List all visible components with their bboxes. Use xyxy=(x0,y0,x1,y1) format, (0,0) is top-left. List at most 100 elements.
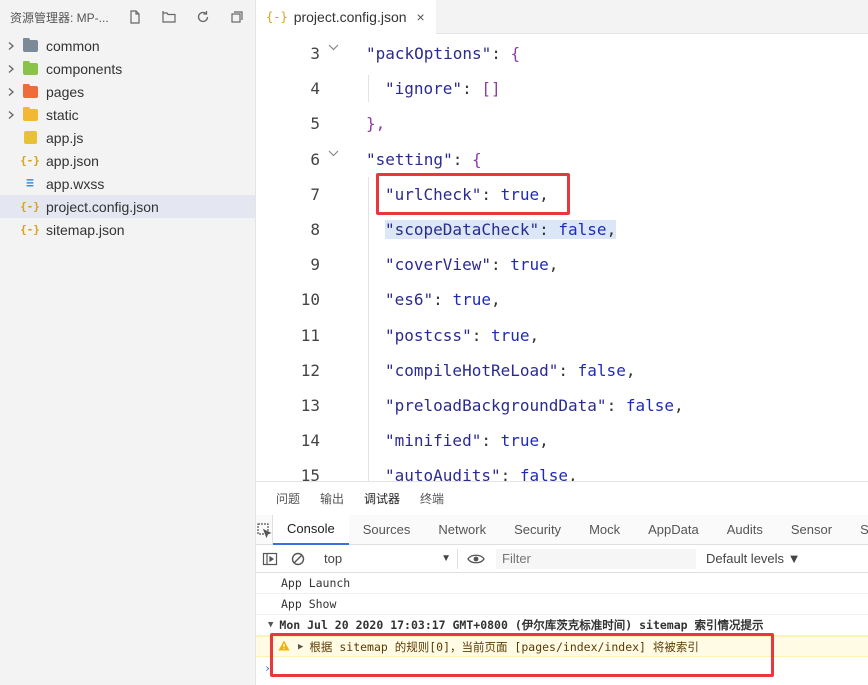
json-key: "preloadBackgroundData" xyxy=(385,396,607,415)
code-text: "minified": true, xyxy=(385,431,549,450)
sidebar-toggle-icon[interactable] xyxy=(256,552,284,566)
json-colon: : xyxy=(491,44,511,63)
json-colon: : xyxy=(490,255,511,275)
json-value: true xyxy=(500,431,540,451)
json-bracket: [] xyxy=(481,79,501,99)
devtools-tabs: Console Sources Network Security Mock AppData… xyxy=(256,514,868,545)
devtools-tab[interactable]: Audits xyxy=(713,515,777,545)
json-key: "packOptions" xyxy=(366,44,492,63)
json-key: "es6" xyxy=(385,290,434,310)
line-number: 11 xyxy=(300,325,320,345)
close-icon[interactable]: × xyxy=(417,9,425,25)
collapse-all-icon[interactable] xyxy=(220,0,254,34)
devtools-tab[interactable]: Sources xyxy=(349,515,425,545)
inspect-element-icon[interactable] xyxy=(256,514,273,545)
json-comma: , xyxy=(548,255,559,275)
tree-item-label: components xyxy=(46,60,123,77)
json-key: "autoAudits" xyxy=(385,466,501,481)
devtools-tab[interactable]: Storage xyxy=(846,515,868,545)
chevron-right-icon xyxy=(0,64,22,74)
code-tokens: "minified": true, xyxy=(385,431,549,450)
js-file-icon xyxy=(22,131,38,145)
json-key: "coverView" xyxy=(385,255,491,275)
editor-tabbar: {-} project.config.json × xyxy=(256,0,868,34)
refresh-icon[interactable] xyxy=(186,0,220,34)
panel-tab[interactable]: 终端 xyxy=(420,482,444,515)
css-file-icon: ≡ xyxy=(26,176,34,191)
code-text: "postcss": true, xyxy=(385,326,539,345)
tree-item[interactable]: {-} app.json xyxy=(0,149,255,172)
code-tokens: "postcss": true, xyxy=(385,326,539,345)
tree-item-label: project.config.json xyxy=(46,198,159,215)
tree-item-label: pages xyxy=(46,83,85,100)
devtools-tab[interactable]: AppData xyxy=(634,515,713,545)
fold-chevron-icon[interactable] xyxy=(328,40,339,54)
tree-item[interactable]: static xyxy=(0,103,255,126)
fold-chevron-icon[interactable] xyxy=(328,146,339,160)
expanded-triangle-icon: ▼ xyxy=(268,620,274,630)
json-comma: , xyxy=(568,466,578,481)
devtools-tab[interactable]: Network xyxy=(424,515,500,545)
json-value: true xyxy=(500,184,540,204)
code-line: 9 "coverView": true, xyxy=(256,247,868,282)
code-tokens: "ignore": [] xyxy=(385,79,501,98)
json-value: false xyxy=(519,466,569,481)
tree-item-label: app.json xyxy=(46,152,99,169)
console-text: App Show xyxy=(281,597,337,611)
file-tree: common components pages static app.js {-} app.… xyxy=(0,34,255,241)
tree-item[interactable]: components xyxy=(0,57,255,80)
tree-item-label: sitemap.json xyxy=(46,221,125,238)
json-comma: , xyxy=(539,184,549,204)
json-colon: : xyxy=(481,184,501,204)
code-line: 15 "autoAudits": false, xyxy=(256,458,868,481)
tree-item-label: app.wxss xyxy=(46,175,105,192)
json-value: true xyxy=(452,290,491,310)
console-output: App Launch App Show ▼ Mon Jul 20 2020 17:… xyxy=(256,573,868,678)
eye-icon[interactable] xyxy=(462,553,490,565)
console-group[interactable]: ▼ Mon Jul 20 2020 17:03:17 GMT+0800 (伊尔库茨… xyxy=(256,615,868,636)
context-select[interactable]: top ▼ xyxy=(318,548,458,569)
devtools-tab[interactable]: Security xyxy=(500,515,575,545)
tree-item[interactable]: ≡ app.wxss xyxy=(0,172,255,195)
json-colon: : xyxy=(471,325,491,345)
panel-tab[interactable]: 调试器 xyxy=(364,482,400,515)
line-number: 7 xyxy=(310,184,320,204)
line-number: 14 xyxy=(300,431,320,451)
tree-item[interactable]: {-} project.config.json xyxy=(0,195,255,218)
explorer-header: 资源管理器: MP-... xyxy=(0,0,255,34)
code-tokens: "preloadBackgroundData": false, xyxy=(385,396,684,415)
console-prompt[interactable]: › xyxy=(256,657,868,678)
clear-console-icon[interactable] xyxy=(284,552,312,566)
line-number: 6 xyxy=(310,149,320,169)
line-number: 9 xyxy=(310,255,320,275)
tree-item[interactable]: pages xyxy=(0,80,255,103)
new-folder-icon[interactable] xyxy=(152,0,186,34)
panel-tab[interactable]: 问题 xyxy=(276,482,300,515)
log-levels-dropdown[interactable]: Default levels ▼ xyxy=(706,551,801,566)
panel-tab[interactable]: 输出 xyxy=(320,482,344,515)
devtools-tab[interactable]: Console xyxy=(273,514,349,545)
filter-input[interactable] xyxy=(496,548,696,569)
prompt-icon: › xyxy=(264,660,271,675)
context-value: top xyxy=(324,551,343,566)
new-file-icon[interactable] xyxy=(118,0,152,34)
devtools-tab[interactable]: Sensor xyxy=(777,515,846,545)
code-editor[interactable]: 3 "packOptions": {4 "ignore": [] 5}, 6 "setti… xyxy=(256,34,868,481)
json-colon: : xyxy=(606,396,626,415)
tab-project-config[interactable]: {-} project.config.json × xyxy=(256,0,436,34)
json-comma: , xyxy=(674,396,684,415)
tree-item[interactable]: common xyxy=(0,34,255,57)
json-bracket: { xyxy=(510,44,521,63)
console-text: Mon Jul 20 2020 17:03:17 GMT+0800 (伊尔库茨克… xyxy=(279,618,764,632)
code-text: "coverView": true, xyxy=(385,255,558,274)
code-tokens: "packOptions": { xyxy=(366,44,520,63)
indent-guide xyxy=(368,75,369,103)
json-value: true xyxy=(490,325,530,345)
console-warning[interactable]: ▶ 根据 sitemap 的规则[0]，当前页面 [pages/index/in… xyxy=(256,636,868,657)
code-line: 3 "packOptions": { xyxy=(256,36,868,71)
console-line: App Show xyxy=(256,594,868,615)
tree-item[interactable]: {-} sitemap.json xyxy=(0,218,255,241)
devtools-tab[interactable]: Mock xyxy=(575,515,634,545)
tree-item[interactable]: app.js xyxy=(0,126,255,149)
tree-item-label: static xyxy=(46,106,79,123)
